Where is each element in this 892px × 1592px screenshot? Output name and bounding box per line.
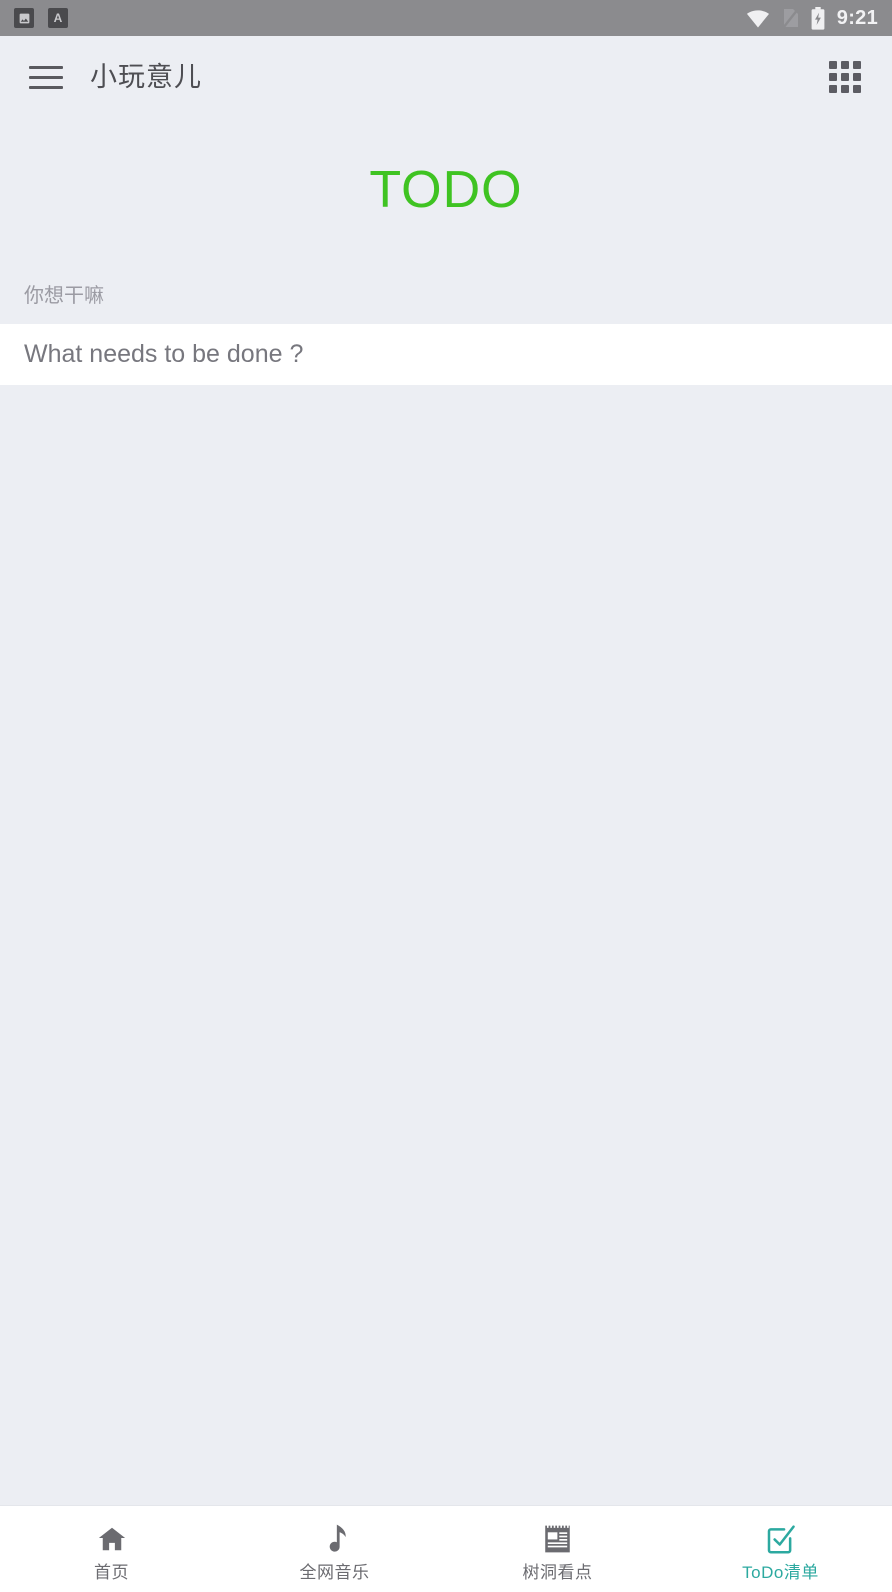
bottom-navigation: 首页 全网音乐 树洞看点 ToDo清单 <box>0 1505 892 1592</box>
battery-charging-icon <box>811 6 825 30</box>
nav-label-home: 首页 <box>94 1563 129 1582</box>
status-bar: A 9:21 <box>0 0 892 36</box>
app-title: 小玩意儿 <box>90 61 202 92</box>
app-screen: A 9:21 小玩意儿 TODO 你想干嘛 What needs to be d… <box>0 0 892 1592</box>
font-notification-icon: A <box>48 8 68 28</box>
app-bar: 小玩意儿 <box>0 36 892 118</box>
todo-input-container[interactable] <box>0 324 892 385</box>
nav-item-news[interactable]: 树洞看点 <box>446 1506 669 1592</box>
nav-label-news: 树洞看点 <box>522 1563 593 1582</box>
nav-item-music[interactable]: 全网音乐 <box>223 1506 446 1592</box>
status-bar-notifications: A <box>14 8 68 28</box>
checklist-icon <box>766 1522 796 1556</box>
todo-input[interactable] <box>24 340 868 369</box>
wifi-icon <box>746 9 770 28</box>
nav-label-music: 全网音乐 <box>299 1563 370 1582</box>
nav-item-todo[interactable]: ToDo清单 <box>669 1506 892 1592</box>
image-notification-icon <box>14 8 34 28</box>
no-sim-icon <box>782 7 799 29</box>
apps-grid-icon[interactable] <box>822 54 868 100</box>
music-note-icon <box>321 1522 349 1556</box>
status-bar-indicators: 9:21 <box>746 6 878 30</box>
hamburger-menu-icon[interactable] <box>24 55 68 99</box>
nav-item-home[interactable]: 首页 <box>0 1506 223 1592</box>
todo-input-label: 你想干嘛 <box>24 285 104 307</box>
notepad-icon <box>543 1522 572 1556</box>
home-icon <box>97 1522 127 1556</box>
todo-list <box>0 385 892 1505</box>
status-bar-clock: 9:21 <box>836 6 878 29</box>
nav-label-todo: ToDo清单 <box>742 1563 819 1582</box>
page-title: TODO <box>369 161 523 219</box>
